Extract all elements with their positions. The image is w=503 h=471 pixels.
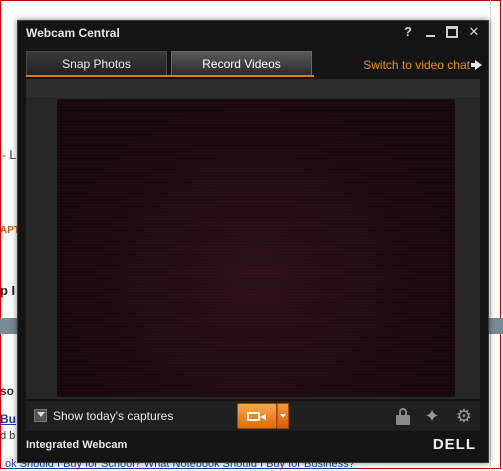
close-icon[interactable]: ✕ [466, 24, 482, 40]
panel-header [26, 79, 480, 97]
video-camera-icon [247, 412, 266, 421]
webcam-central-window: Webcam Central ? ✕ Snap Photos Record Vi… [17, 20, 489, 463]
webcam-preview [57, 99, 455, 397]
show-captures-label[interactable]: Show today's captures [53, 409, 173, 423]
capture-toolbar: Show today's captures ✦ ⚙ [26, 401, 480, 431]
switch-to-video-chat-link[interactable]: Switch to video chat [363, 58, 482, 72]
settings-gear-icon[interactable]: ⚙ [454, 406, 474, 426]
tool-icons: ✦ ⚙ [396, 406, 474, 426]
tab-snap-photos[interactable]: Snap Photos [26, 51, 167, 75]
arrow-right-icon [471, 60, 482, 70]
title-bar[interactable]: Webcam Central ? ✕ [18, 21, 488, 45]
background-link[interactable]: Bu [0, 412, 16, 426]
window-title: Webcam Central [26, 26, 120, 40]
mode-tabs: Snap Photos Record Videos [26, 51, 312, 75]
tab-record-videos[interactable]: Record Videos [171, 51, 312, 75]
expand-captures-toggle[interactable] [34, 409, 47, 422]
switch-to-video-chat-label: Switch to video chat [363, 58, 470, 72]
preview-panel [26, 79, 480, 399]
record-button[interactable] [237, 403, 277, 429]
background-bar [0, 318, 18, 334]
device-name: Integrated Webcam [26, 439, 128, 451]
effects-wand-icon[interactable]: ✦ [422, 406, 442, 426]
lock-icon[interactable] [396, 407, 410, 425]
tab-underline [26, 75, 314, 77]
background-text: so [0, 384, 15, 398]
maximize-icon[interactable] [444, 24, 460, 40]
window-controls: ? ✕ [400, 24, 482, 40]
dell-logo: DELL [432, 436, 476, 453]
background-text: d b [0, 430, 16, 442]
background-text: - L [2, 148, 17, 162]
record-options-dropdown[interactable] [277, 403, 289, 429]
minimize-icon[interactable] [422, 24, 438, 40]
background-divider [490, 0, 491, 471]
help-icon[interactable]: ? [400, 24, 416, 40]
background-heading: p I [0, 283, 16, 298]
